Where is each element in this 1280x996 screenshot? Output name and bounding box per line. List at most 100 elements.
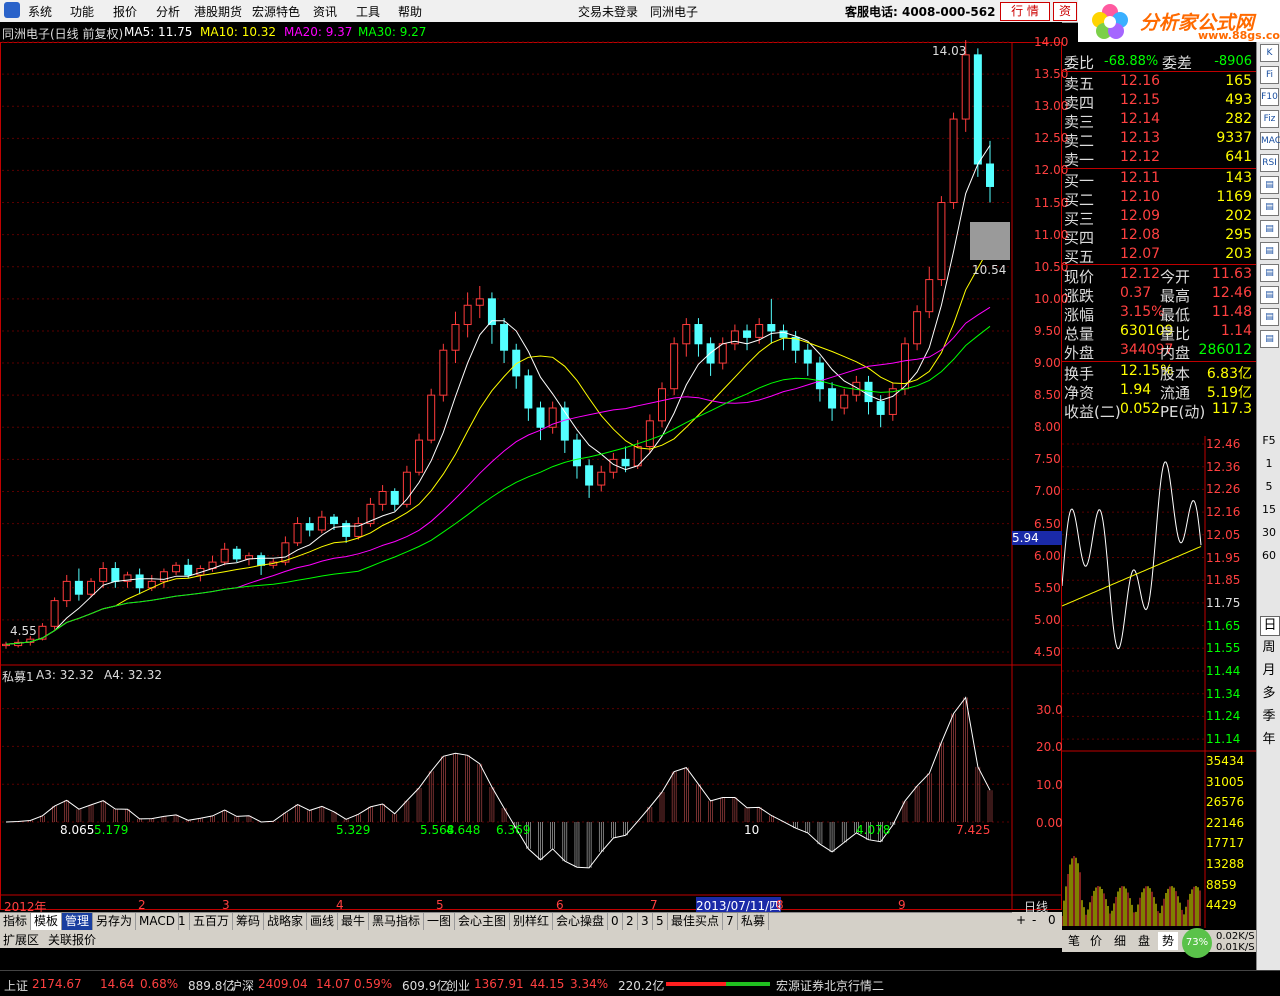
- tool-f10-icon[interactable]: F10: [1260, 88, 1279, 106]
- stat-label: 股本: [1160, 365, 1191, 383]
- toolbar-item[interactable]: 2: [623, 913, 638, 930]
- buy-row[interactable]: 买五 12.07 203: [1062, 246, 1256, 266]
- tool-chart-icon[interactable]: ▤: [1260, 264, 1279, 282]
- menu-hongyuan[interactable]: 宏源特色: [252, 3, 300, 20]
- toolbar-item[interactable]: 最牛: [338, 913, 370, 930]
- tool-rsi-icon[interactable]: RSI: [1260, 154, 1279, 172]
- toolbar-item[interactable]: 会心主图: [455, 913, 511, 930]
- buy-row[interactable]: 买一 12.11 143: [1062, 170, 1256, 190]
- toolbar-item[interactable]: 会心操盘: [553, 913, 609, 930]
- tool-chart-icon[interactable]: ▤: [1260, 308, 1279, 326]
- buy-row[interactable]: 买二 12.10 1169: [1062, 189, 1256, 209]
- menu-help[interactable]: 帮助: [398, 3, 422, 20]
- menu-system[interactable]: 系统: [28, 3, 52, 20]
- toolbar-item[interactable]: 别样红: [510, 913, 554, 930]
- stat-value: 1.14: [1220, 323, 1252, 339]
- toolbar-item[interactable]: 一图: [424, 913, 456, 930]
- candle-body: [767, 324, 776, 332]
- book-label: 卖二: [1064, 132, 1095, 150]
- tool-chart-icon[interactable]: ▤: [1260, 330, 1279, 348]
- tool-macd-icon[interactable]: MACD: [1260, 132, 1280, 150]
- quote-button[interactable]: 行 情: [1000, 2, 1050, 21]
- mini-price-tick: 11.95: [1206, 550, 1241, 565]
- toolbar-item[interactable]: 1: [175, 913, 190, 930]
- sell-row[interactable]: 卖四 12.15 493: [1062, 92, 1256, 112]
- period-15-button[interactable]: 15: [1260, 501, 1278, 519]
- menu-function[interactable]: 功能: [70, 3, 94, 20]
- tool-chart-icon[interactable]: ▤: [1260, 176, 1279, 194]
- tab-price[interactable]: 价: [1086, 932, 1106, 950]
- buy-row[interactable]: 买三 12.09 202: [1062, 208, 1256, 228]
- kline-chart[interactable]: [0, 22, 1062, 911]
- mini-price-tick: 11.34: [1206, 686, 1241, 701]
- sell-row[interactable]: 卖三 12.14 282: [1062, 111, 1256, 131]
- high-price-label: 14.03: [932, 44, 967, 58]
- zoom-out-button[interactable]: -: [1032, 913, 1036, 927]
- toolbar-item[interactable]: 7: [723, 913, 738, 930]
- period-1-button[interactable]: 1: [1260, 455, 1278, 473]
- toolbar-item[interactable]: 0: [608, 913, 623, 930]
- tool-chart-icon[interactable]: ▤: [1260, 198, 1279, 216]
- tool-chart-icon[interactable]: ▤: [1260, 286, 1279, 304]
- period-button[interactable]: 季: [1260, 708, 1278, 726]
- book-price: 12.12: [1120, 149, 1161, 165]
- period-button[interactable]: 周: [1260, 639, 1278, 657]
- cy-change: 44.15: [530, 977, 565, 991]
- menu-tools[interactable]: 工具: [356, 3, 380, 20]
- tab-trend[interactable]: 势: [1158, 932, 1178, 950]
- menu-analysis[interactable]: 分析: [156, 3, 180, 20]
- toolbar-item[interactable]: 5: [653, 913, 668, 930]
- info-button[interactable]: 资: [1053, 2, 1077, 21]
- sell-row[interactable]: 卖二 12.13 9337: [1062, 130, 1256, 150]
- tab-tick[interactable]: 笔: [1064, 932, 1084, 950]
- tool-fi-icon[interactable]: Fi: [1260, 66, 1279, 84]
- price-tick: 6.00: [1034, 548, 1061, 563]
- stat-row: 换手 12.15% 股本 6.83亿: [1062, 363, 1256, 383]
- period-5-button[interactable]: 5: [1260, 478, 1278, 496]
- tool-fiz-icon[interactable]: Fiz: [1260, 110, 1279, 128]
- menu-hk-futures[interactable]: 港股期货: [194, 3, 242, 20]
- toolbar-item[interactable]: 指标: [0, 913, 32, 930]
- period-30-button[interactable]: 30: [1260, 524, 1278, 542]
- zoom-in-button[interactable]: +: [1016, 913, 1026, 927]
- stat-label: 最高: [1160, 287, 1191, 305]
- menu-quote[interactable]: 报价: [113, 3, 137, 20]
- toolbar-item[interactable]: 五百万: [190, 913, 234, 930]
- chart-area[interactable]: 同洲电子(日线 前复权) MA5: 11.75 MA10: 10.32 MA20…: [0, 22, 1070, 914]
- candle-body: [694, 324, 703, 345]
- toolbar-item[interactable]: 私募: [738, 913, 770, 930]
- indicator-a3: A3: 32.32: [36, 668, 95, 682]
- tab-detail[interactable]: 细: [1110, 932, 1130, 950]
- period-F5-button[interactable]: F5: [1260, 432, 1278, 450]
- tool-k-icon[interactable]: K: [1260, 44, 1279, 62]
- toolbar-item[interactable]: 模板: [31, 913, 63, 930]
- period-60-button[interactable]: 60: [1260, 547, 1278, 565]
- tab-board[interactable]: 盘: [1134, 932, 1154, 950]
- tab-related-quote[interactable]: 关联报价: [48, 931, 96, 948]
- book-label: 买四: [1064, 229, 1095, 247]
- candle-body: [743, 330, 752, 338]
- tab-extension[interactable]: 扩展区: [3, 931, 39, 948]
- menu-news[interactable]: 资讯: [313, 3, 337, 20]
- mini-price-tick: 11.44: [1206, 664, 1241, 678]
- toolbar-item[interactable]: 另存为: [93, 913, 137, 930]
- buy-row[interactable]: 买四 12.08 295: [1062, 227, 1256, 247]
- toolbar-item[interactable]: 3: [638, 913, 653, 930]
- toolbar-item[interactable]: MACD: [136, 913, 179, 930]
- candle-body: [378, 490, 387, 505]
- tool-chart-icon[interactable]: ▤: [1260, 220, 1279, 238]
- toolbar-item[interactable]: 画线: [307, 913, 339, 930]
- sell-row[interactable]: 卖五 12.16 165: [1062, 73, 1256, 93]
- toolbar-item[interactable]: 最佳买点: [668, 913, 724, 930]
- sell-row[interactable]: 卖一 12.12 641: [1062, 149, 1256, 169]
- toolbar-item[interactable]: 筹码: [233, 913, 265, 930]
- zoom-reset-button[interactable]: 0: [1048, 913, 1056, 927]
- period-button[interactable]: 多: [1260, 685, 1278, 703]
- toolbar-item[interactable]: 管理: [62, 913, 94, 930]
- period-button[interactable]: 月: [1260, 662, 1278, 680]
- toolbar-item[interactable]: 黑马指标: [369, 913, 425, 930]
- tool-chart-icon[interactable]: ▤: [1260, 242, 1279, 260]
- period-button[interactable]: 日: [1260, 616, 1280, 636]
- period-button[interactable]: 年: [1260, 731, 1278, 749]
- toolbar-item[interactable]: 战略家: [264, 913, 308, 930]
